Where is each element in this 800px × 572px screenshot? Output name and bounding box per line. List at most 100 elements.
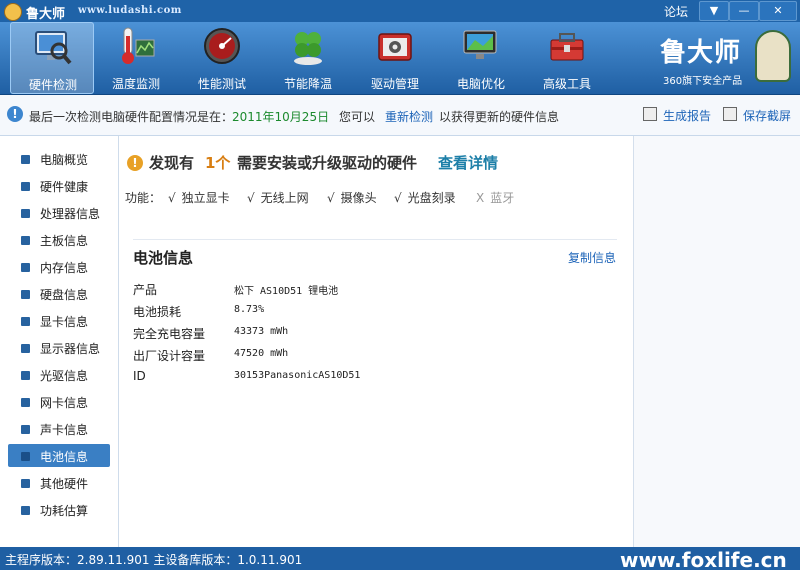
clover-icon	[294, 32, 322, 65]
menu-dropdown-button[interactable]: ▼	[699, 1, 729, 21]
generate-report-label: 生成报告	[663, 109, 712, 123]
desktop-optimize-icon	[463, 30, 497, 59]
minimize-button[interactable]: —	[729, 1, 759, 21]
info-bar: ! 最后一次检测电脑硬件配置情况是在： 2011年10月25日 您可以 重新检测…	[0, 95, 800, 136]
feature-webcam: √ 摄像头	[327, 189, 377, 206]
feature-bluetooth: X 蓝牙	[476, 189, 514, 206]
last-check-text: 最后一次检测电脑硬件配置情况是在：	[29, 110, 234, 124]
tool-temperature-monitor[interactable]: 温度监测	[94, 22, 178, 94]
spec-value: 松下 AS10D51 锂电池	[234, 286, 339, 297]
sidebar-item-optical-drive[interactable]: 光驱信息	[8, 363, 110, 386]
sidebar-item-cpu[interactable]: 处理器信息	[8, 201, 110, 224]
sidebar-item-hardware-health[interactable]: 硬件健康	[8, 174, 110, 197]
close-button[interactable]: ✕	[759, 1, 797, 21]
warning-count: 1个	[205, 154, 231, 172]
app-logo-icon	[4, 3, 22, 21]
bullet-icon	[21, 479, 30, 488]
sidebar-item-label: 硬盘信息	[40, 288, 89, 302]
recheck-link[interactable]: 重新检测	[385, 108, 433, 125]
spec-name: 完全充电容量	[133, 327, 206, 341]
sidebar-item-label: 电池信息	[40, 450, 89, 464]
last-check-date: 2011年10月25日	[232, 110, 330, 124]
report-icon	[643, 107, 657, 121]
sidebar-item-label: 硬件健康	[40, 180, 89, 194]
watermark: www.foxlife.cn	[620, 548, 787, 572]
feature-discrete-graphics: √ 独立显卡	[168, 189, 230, 206]
sidebar-item-label: 网卡信息	[40, 396, 89, 410]
spec-value: 47520 mWh	[234, 348, 289, 359]
brand-name: 鲁大师	[660, 38, 742, 68]
forum-link[interactable]: 论坛	[664, 3, 688, 20]
bullet-icon	[21, 371, 30, 380]
feature-disc-burning: √ 光盘刻录	[394, 189, 456, 206]
main-content: ! 发现有 1个 需要安装或升级驱动的硬件 查看详情 功能： √ 独立显卡 √ 无线…	[119, 136, 633, 547]
spec-value: 8.73%	[234, 304, 265, 315]
hint-text: 您可以	[339, 110, 376, 124]
bullet-icon	[21, 317, 30, 326]
warning-icon: !	[127, 155, 143, 171]
tool-pc-optimize[interactable]: 电脑优化	[439, 22, 523, 94]
info-icon: !	[7, 106, 23, 122]
cross-icon: X	[476, 191, 485, 205]
driver-toolbox-icon	[378, 33, 412, 61]
copy-info-link[interactable]: 复制信息	[568, 249, 616, 266]
sidebar-item-other-hardware[interactable]: 其他硬件	[8, 471, 110, 494]
tool-hardware-detect[interactable]: 硬件检测	[10, 22, 94, 94]
app-title: 鲁大师	[26, 7, 66, 22]
main-toolbar: 硬件检测 温度监测 性能测试 节能降温 驱动管理 电脑优化 高级工具 鲁大师 3…	[0, 22, 800, 95]
monitor-magnifier-icon	[35, 31, 72, 65]
tool-label: 电脑优化	[456, 77, 505, 91]
feature-label: 摄像头	[340, 191, 377, 205]
spec-name: 电池损耗	[133, 305, 182, 319]
checkmark-icon: √	[394, 191, 402, 205]
divider	[133, 239, 617, 240]
brand-logo: 鲁大师 360旗下安全产品	[655, 28, 795, 90]
sidebar-item-disk[interactable]: 硬盘信息	[8, 282, 110, 305]
sidebar-item-power-estimate[interactable]: 功耗估算	[8, 498, 110, 521]
sidebar-item-label: 显卡信息	[40, 315, 89, 329]
sidebar-item-motherboard[interactable]: 主板信息	[8, 228, 110, 251]
bullet-icon	[21, 425, 30, 434]
sidebar-item-overview[interactable]: 电脑概览	[8, 147, 110, 170]
bullet-icon	[21, 236, 30, 245]
bullet-icon	[21, 263, 30, 272]
feature-label: 光盘刻录	[407, 191, 456, 205]
spec-row-id: ID 30153PanasonicAS10D51	[133, 366, 613, 386]
warning-text: 需要安装或升级驱动的硬件	[237, 154, 418, 172]
sidebar-item-graphics[interactable]: 显卡信息	[8, 309, 110, 332]
right-panel	[633, 136, 800, 547]
sidebar-item-memory[interactable]: 内存信息	[8, 255, 110, 278]
sidebar-item-label: 声卡信息	[40, 423, 89, 437]
sidebar-item-sound[interactable]: 声卡信息	[8, 417, 110, 440]
tool-label: 节能降温	[283, 77, 332, 91]
spec-name: 产品	[133, 283, 158, 297]
camera-icon	[723, 107, 737, 121]
tool-label: 高级工具	[542, 77, 591, 91]
tool-performance-test[interactable]: 性能测试	[180, 22, 264, 94]
speedometer-icon	[204, 28, 240, 64]
sidebar-item-label: 其他硬件	[40, 477, 89, 491]
spec-row-product: 产品 松下 AS10D51 锂电池	[133, 278, 613, 298]
tool-advanced-tools[interactable]: 高级工具	[525, 22, 609, 94]
sidebar-item-label: 显示器信息	[40, 342, 101, 356]
checkmark-icon: √	[327, 191, 335, 205]
generate-report-button[interactable]: 生成报告	[643, 106, 717, 124]
view-details-link[interactable]: 查看详情	[438, 152, 498, 173]
features-label: 功能：	[125, 191, 162, 205]
sidebar-item-display[interactable]: 显示器信息	[8, 336, 110, 359]
sidebar-item-battery[interactable]: 电池信息	[8, 444, 110, 467]
save-screenshot-button[interactable]: 保存截屏	[723, 106, 797, 124]
status-bar: 主程序版本：2.89.11.901 主设备库版本：1.0.11.901 www.…	[0, 547, 800, 572]
version-text: 主程序版本：2.89.11.901 主设备库版本：1.0.11.901	[5, 553, 303, 567]
save-screenshot-label: 保存截屏	[743, 109, 792, 123]
sidebar-item-label: 电脑概览	[40, 153, 89, 167]
bullet-icon	[21, 155, 30, 164]
spec-value: 30153PanasonicAS10D51	[234, 370, 361, 381]
spec-name: 出厂设计容量	[133, 349, 206, 363]
tool-driver-management[interactable]: 驱动管理	[353, 22, 437, 94]
tool-power-saving[interactable]: 节能降温	[266, 22, 350, 94]
tool-label: 驱动管理	[370, 77, 419, 91]
sidebar-item-network[interactable]: 网卡信息	[8, 390, 110, 413]
section-title: 电池信息	[133, 249, 194, 267]
spec-name: ID	[133, 369, 146, 383]
